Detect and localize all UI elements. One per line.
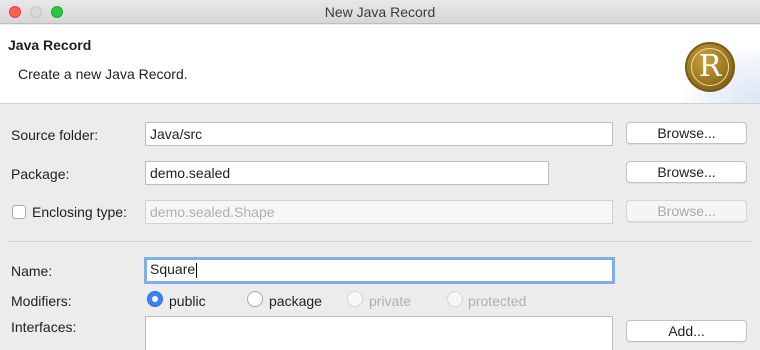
enclosing-type-browse-button[interactable]: Browse... [626, 200, 747, 222]
window-title: New Java Record [324, 4, 436, 20]
modifier-package-radio[interactable] [247, 291, 263, 307]
source-folder-label: Source folder: [11, 127, 99, 143]
name-label: Name: [11, 263, 53, 279]
wizard-description: Create a new Java Record. [18, 66, 188, 82]
enclosing-type-input[interactable]: demo.sealed.Shape [145, 200, 613, 224]
interfaces-add-button[interactable]: Add... [626, 320, 747, 342]
source-folder-browse-button[interactable]: Browse... [626, 122, 747, 144]
modifier-protected-radio[interactable] [447, 291, 463, 307]
package-browse-button[interactable]: Browse... [626, 161, 747, 183]
interfaces-label: Interfaces: [11, 319, 77, 335]
name-input-value: Square [150, 261, 196, 277]
modifier-private-label[interactable]: private [369, 293, 411, 309]
interfaces-list[interactable] [145, 316, 613, 350]
modifier-protected-label[interactable]: protected [468, 293, 526, 309]
logo-letter: R [691, 48, 729, 86]
modifier-package-label[interactable]: package [269, 293, 322, 309]
modifier-private-radio[interactable] [347, 291, 363, 307]
enclosing-type-checkbox[interactable] [12, 205, 26, 219]
text-caret [196, 262, 198, 278]
modifier-public-label[interactable]: public [169, 293, 206, 309]
name-input[interactable]: Square [144, 257, 615, 284]
window-titlebar: New Java Record [0, 0, 760, 24]
enclosing-type-label: Enclosing type: [32, 204, 127, 220]
package-label: Package: [11, 166, 70, 182]
source-folder-input[interactable]: Java/src [145, 122, 613, 146]
section-divider [8, 241, 752, 242]
modifiers-label: Modifiers: [11, 293, 72, 309]
wizard-header: Java Record Create a new Java Record. R [0, 25, 760, 104]
java-record-logo-icon: R [685, 42, 735, 92]
package-input[interactable]: demo.sealed [145, 161, 549, 185]
modifier-public-radio[interactable] [147, 291, 163, 307]
wizard-title: Java Record [8, 37, 92, 53]
